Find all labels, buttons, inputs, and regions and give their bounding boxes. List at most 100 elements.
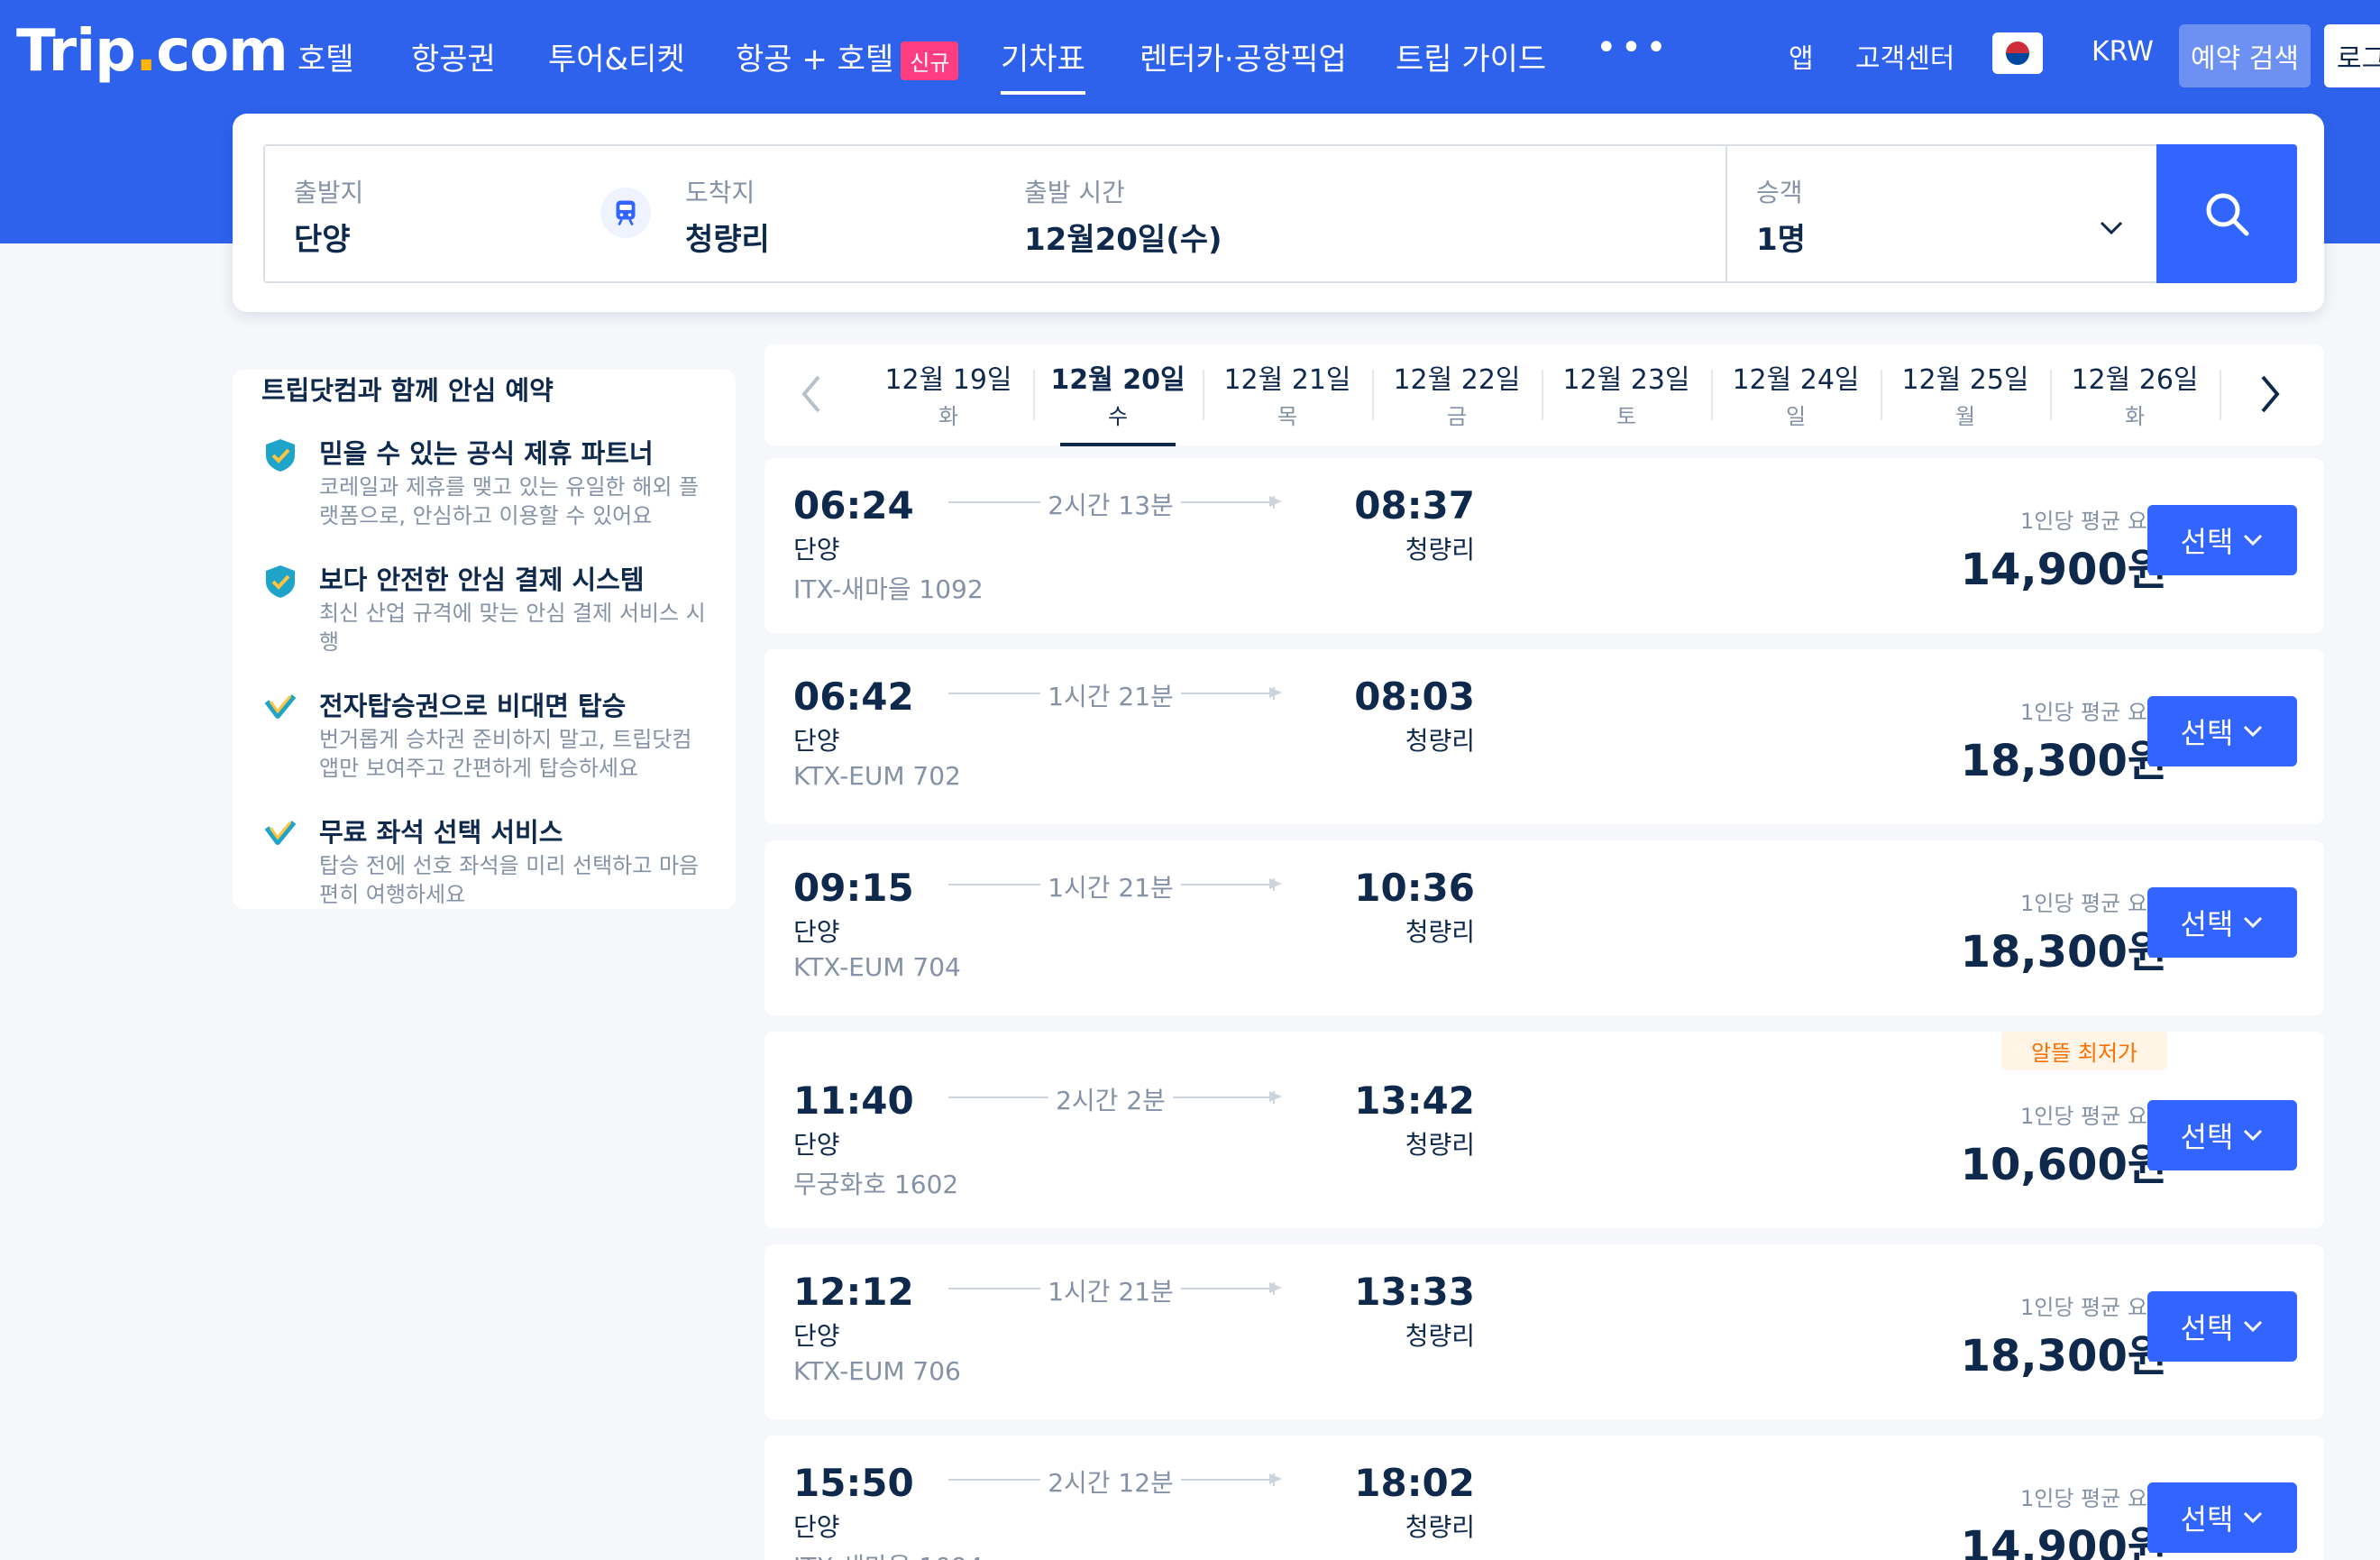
weekday-text: 월 bbox=[1954, 404, 1976, 429]
date-tab[interactable]: 12월 19일 화 bbox=[864, 357, 1033, 430]
chevron-down-icon bbox=[2244, 534, 2263, 546]
arrival-station: 청량리 bbox=[1405, 1321, 1475, 1351]
chevron-right-icon[interactable] bbox=[2257, 372, 2283, 420]
duration: 1시간 21분 bbox=[948, 868, 1273, 904]
passenger-label: 승객 bbox=[1756, 178, 1803, 207]
passenger-field[interactable]: 승객 1명 bbox=[1726, 144, 2158, 283]
arrival-time: 10:36 bbox=[1354, 866, 1475, 910]
shield-check-icon bbox=[266, 439, 295, 472]
select-button[interactable]: 선택 bbox=[2147, 1100, 2297, 1170]
date-tab[interactable]: 12월 26일 화 bbox=[2050, 357, 2220, 430]
top-nav: Trip.com 호텔 항공권 투어&티켓 항공 + 호텔 신규 기차표 렌터카·… bbox=[0, 0, 2380, 108]
departure-time: 11:40 bbox=[793, 1078, 914, 1123]
nav-hotels[interactable]: 호텔 bbox=[298, 34, 354, 78]
check-badge-icon bbox=[264, 694, 297, 719]
date-text: 12월 19일 bbox=[884, 364, 1012, 396]
nav-trip-guide[interactable]: 트립 가이드 bbox=[1396, 34, 1546, 78]
to-label: 도착지 bbox=[685, 178, 755, 207]
nav-trains[interactable]: 기차표 bbox=[1001, 34, 1085, 95]
chevron-down-icon bbox=[2244, 1129, 2263, 1142]
train-result-card[interactable]: 06:42 단양 KTX-EUM 702 1시간 21분 08:03 청량리 1… bbox=[764, 649, 2324, 824]
departure-time: 06:24 bbox=[793, 483, 914, 528]
currency-selector[interactable]: KRW bbox=[2092, 36, 2154, 68]
from-value[interactable]: 단양 bbox=[294, 215, 351, 259]
train-result-card[interactable]: 06:24 단양 ITX-새마을 1092 2시간 13분 08:37 청량리 … bbox=[764, 458, 2324, 633]
weekday-text: 목 bbox=[1277, 404, 1298, 429]
departure-time: 06:42 bbox=[793, 674, 914, 719]
date-tab[interactable]: 12월 23일 토 bbox=[1542, 357, 1711, 430]
login-button[interactable]: 로그 bbox=[2324, 24, 2380, 87]
nav-flights[interactable]: 항공권 bbox=[411, 34, 496, 78]
price-label: 1인당 평균 요금 bbox=[2019, 1104, 2167, 1129]
train-icon[interactable] bbox=[600, 188, 651, 238]
support-link[interactable]: 고객센터 bbox=[1855, 36, 1954, 76]
chevron-down-icon bbox=[2244, 1320, 2263, 1333]
departure-station: 단양 bbox=[793, 1512, 840, 1542]
from-label: 출발지 bbox=[294, 178, 364, 207]
duration-text: 2시간 2분 bbox=[1048, 1086, 1173, 1115]
date-field[interactable]: 출발 시간 12월20일(수) bbox=[993, 144, 1727, 283]
price: 18,300원 bbox=[1960, 1331, 2167, 1381]
logo[interactable]: Trip.com bbox=[16, 18, 288, 85]
date-text: 12월 23일 bbox=[1562, 364, 1690, 396]
chevron-down-svg bbox=[2100, 221, 2123, 235]
date-selector: 12월 19일 화 12월 20일 수 12월 21일 목 12월 22일 금 12월 … bbox=[764, 344, 2324, 446]
train-number: ITX-새마을 1092 bbox=[793, 574, 984, 604]
date-tab-active[interactable]: 12월 20일 수 bbox=[1033, 357, 1203, 446]
price-label: 1인당 평균 요금 bbox=[2019, 509, 2167, 534]
select-label: 선택 bbox=[2180, 907, 2234, 941]
nav-car-rental[interactable]: 렌터카·공항픽업 bbox=[1140, 34, 1347, 78]
select-label: 선택 bbox=[2180, 525, 2234, 559]
arrival-time: 13:33 bbox=[1354, 1270, 1475, 1314]
shield-check-icon bbox=[266, 565, 295, 598]
more-icon[interactable]: ••• bbox=[1596, 27, 1671, 69]
nav-tours[interactable]: 투어&티켓 bbox=[548, 34, 685, 78]
app-link[interactable]: 앱 bbox=[1789, 36, 1814, 76]
search-button[interactable] bbox=[2156, 144, 2297, 283]
check-badge-icon bbox=[264, 821, 297, 845]
train-number: 무궁화호 1602 bbox=[793, 1170, 959, 1199]
date-tab[interactable]: 12월 25일 월 bbox=[1881, 357, 2050, 430]
train-number: KTX-EUM 704 bbox=[793, 952, 961, 982]
chevron-down-icon[interactable] bbox=[2099, 220, 2124, 240]
to-value[interactable]: 청량리 bbox=[685, 215, 770, 259]
select-button[interactable]: 선택 bbox=[2147, 505, 2297, 575]
chevron-left-icon[interactable] bbox=[799, 372, 824, 420]
date-text: 12월 20일 bbox=[1050, 364, 1185, 396]
date-label: 출발 시간 bbox=[1024, 178, 1125, 207]
duration-text: 1시간 21분 bbox=[1040, 1277, 1181, 1307]
date-tab[interactable]: 12월 24일 일 bbox=[1711, 357, 1881, 430]
chevron-right-svg bbox=[2261, 375, 2280, 413]
price: 18,300원 bbox=[1960, 736, 2167, 786]
date-tab[interactable]: 12월 21일 목 bbox=[1203, 357, 1372, 430]
arrival-station: 청량리 bbox=[1405, 1512, 1475, 1542]
duration: 2시간 2분 bbox=[948, 1081, 1273, 1117]
select-button[interactable]: 선택 bbox=[2147, 696, 2297, 766]
search-form: 출발지 단양 도착지 청량리 출발 시간 12월20일(수) 승객 1명 bbox=[233, 114, 2324, 312]
train-result-card[interactable]: 알뜰 최저가 11:40 단양 무궁화호 1602 2시간 2분 13:42 청… bbox=[764, 1032, 2324, 1228]
reservation-search-button[interactable]: 예약 검색 bbox=[2179, 24, 2311, 87]
date-value[interactable]: 12월20일(수) bbox=[1024, 215, 1222, 259]
arrival-time: 08:37 bbox=[1354, 483, 1475, 528]
train-result-card[interactable]: 15:50 단양 ITX-새마을 1094 2시간 12분 18:02 청량리 … bbox=[764, 1436, 2324, 1560]
logo-text-tail: com bbox=[156, 18, 288, 85]
select-button[interactable]: 선택 bbox=[2147, 1482, 2297, 1553]
departure-station: 단양 bbox=[793, 726, 840, 756]
train-result-card[interactable]: 12:12 단양 KTX-EUM 706 1시간 21분 13:33 청량리 1… bbox=[764, 1244, 2324, 1419]
benefit-title: 무료 좌석 선택 서비스 bbox=[319, 817, 563, 848]
flag-korea-icon[interactable] bbox=[1992, 32, 2043, 74]
select-button[interactable]: 선택 bbox=[2147, 887, 2297, 958]
select-button[interactable]: 선택 bbox=[2147, 1291, 2297, 1362]
departure-station: 단양 bbox=[793, 535, 840, 564]
logo-dot: . bbox=[134, 18, 157, 85]
nav-flight-hotel[interactable]: 항공 + 호텔 신규 bbox=[736, 34, 959, 80]
train-result-card[interactable]: 09:15 단양 KTX-EUM 704 1시간 21분 10:36 청량리 1… bbox=[764, 840, 2324, 1015]
benefit-title: 전자탑승권으로 비대면 탑승 bbox=[319, 691, 627, 721]
date-tab[interactable]: 12월 22일 금 bbox=[1372, 357, 1542, 430]
nav-flight-hotel-label: 항공 + 호텔 bbox=[736, 41, 894, 78]
chevron-left-svg bbox=[801, 375, 820, 413]
weekday-text: 화 bbox=[2124, 404, 2146, 429]
duration: 1시간 21분 bbox=[948, 1272, 1273, 1308]
duration: 2시간 13분 bbox=[948, 486, 1273, 522]
chevron-down-icon bbox=[2244, 916, 2263, 929]
